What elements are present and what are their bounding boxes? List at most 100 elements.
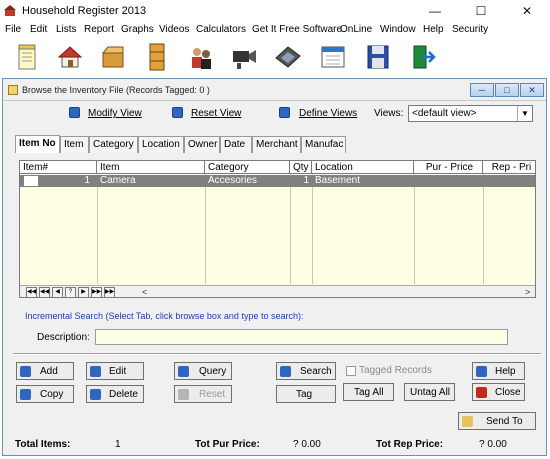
tag-all-label: Tag All [354, 387, 384, 398]
close-window-button[interactable]: ✕ [504, 0, 550, 22]
total-items-label: Total Items: [15, 439, 71, 450]
minimize-button[interactable]: — [412, 0, 458, 22]
menu-calculators[interactable]: Calculators [196, 24, 246, 35]
menu-get-it-free-software[interactable]: Get It Free Software [252, 24, 342, 35]
define-views-icon [279, 107, 290, 118]
menu-report[interactable]: Report [84, 24, 114, 35]
menu-graphs[interactable]: Graphs [121, 24, 154, 35]
close-button[interactable]: Close [472, 383, 525, 401]
add-label: Add [40, 366, 58, 377]
delete-button[interactable]: Delete [86, 385, 144, 403]
calculator-icon[interactable] [273, 42, 303, 72]
edit-button[interactable]: Edit [86, 362, 144, 380]
child-close-button[interactable]: ✕ [520, 83, 544, 97]
checkbox-box[interactable] [346, 366, 356, 376]
next-page-button[interactable]: ▶▶ [91, 287, 102, 297]
grid-divider [483, 174, 484, 284]
add-button[interactable]: Add [16, 362, 74, 380]
help-icon [476, 366, 487, 377]
exit-icon[interactable] [408, 42, 438, 72]
next-record-button[interactable]: ▶ [78, 287, 89, 297]
menu-window[interactable]: Window [380, 24, 416, 35]
total-pur-price-value: ? 0.00 [293, 439, 321, 450]
help-label: Help [495, 366, 516, 377]
maximize-button[interactable]: ☐ [458, 0, 504, 22]
notepad-icon[interactable] [12, 42, 42, 72]
tag-button[interactable]: Tag [276, 385, 336, 403]
box-icon[interactable] [98, 42, 128, 72]
menu-security[interactable]: Security [452, 24, 488, 35]
save-icon[interactable] [363, 42, 393, 72]
chevron-down-icon[interactable]: ▼ [517, 106, 532, 121]
send-to-label: Send To [486, 416, 523, 427]
tag-label: Tag [296, 389, 313, 400]
child-restore-button[interactable]: □ [495, 83, 519, 97]
view-controls: Modify View Reset View Define Views View… [3, 105, 546, 125]
col-category[interactable]: Category [205, 161, 290, 174]
child-title-bar: Browse the Inventory File (Records Tagge… [3, 79, 546, 101]
tab-item-no[interactable]: Item No [15, 135, 60, 153]
untag-all-button[interactable]: Untag All [404, 383, 455, 401]
menu-online[interactable]: OnLine [340, 24, 372, 35]
send-to-button[interactable]: Send To [458, 412, 536, 430]
col-qty[interactable]: Qty [290, 161, 312, 174]
last-record-button[interactable]: ▶▶ [104, 287, 115, 297]
tab-location[interactable]: Location [138, 136, 184, 153]
house-icon[interactable] [55, 42, 85, 72]
views-dropdown[interactable]: <default view> ▼ [408, 105, 533, 122]
col-item[interactable]: Item [97, 161, 205, 174]
cell-qty: 1 [303, 175, 309, 186]
scroll-right-icon[interactable]: > [525, 287, 530, 297]
search-button[interactable]: Search [276, 362, 336, 380]
reset-view-link[interactable]: Reset View [191, 108, 241, 119]
help-button[interactable]: Help [472, 362, 525, 380]
menu-edit[interactable]: Edit [30, 24, 47, 35]
tab-merchant[interactable]: Merchant [252, 136, 301, 153]
tagged-records-label: Tagged Records [359, 365, 432, 376]
description-input[interactable] [95, 329, 508, 345]
people-icon[interactable] [186, 42, 216, 72]
window-title: Household Register 2013 [22, 5, 147, 17]
table-row[interactable]: 1 Camera Accesories 1 Basement [20, 175, 535, 187]
camcorder-icon[interactable] [229, 42, 259, 72]
untag-all-label: Untag All [410, 387, 451, 398]
menu-lists[interactable]: Lists [56, 24, 77, 35]
prev-page-button[interactable]: ◀◀ [39, 287, 50, 297]
browse-inventory-window: Browse the Inventory File (Records Tagge… [2, 78, 547, 456]
total-pur-price-label: Tot Pur Price: [195, 439, 260, 450]
tab-manufac[interactable]: Manufac [301, 136, 346, 153]
menu-videos[interactable]: Videos [159, 24, 189, 35]
cell-pur-price [414, 175, 483, 187]
define-views-link[interactable]: Define Views [299, 108, 357, 119]
tab-owner[interactable]: Owner [184, 136, 220, 153]
calendar-icon[interactable] [318, 42, 348, 72]
inventory-grid[interactable]: Item# Item Category Qty Location Pur - P… [19, 160, 536, 298]
col-item-no[interactable]: Item# [20, 161, 97, 174]
folder-icon [8, 85, 18, 95]
reset-button[interactable]: Reset [174, 385, 232, 403]
row-selector[interactable] [24, 176, 38, 186]
col-location[interactable]: Location [312, 161, 414, 174]
menu-file[interactable]: File [5, 24, 21, 35]
modify-view-link[interactable]: Modify View [88, 108, 142, 119]
locate-button[interactable]: ? [65, 287, 76, 297]
scroll-left-icon[interactable]: < [142, 287, 147, 297]
query-button[interactable]: Query [174, 362, 232, 380]
tab-category[interactable]: Category [89, 136, 138, 153]
first-record-button[interactable]: ◀◀ [26, 287, 37, 297]
toolbar [0, 39, 550, 77]
menu-help[interactable]: Help [423, 24, 444, 35]
reset-view-icon [172, 107, 183, 118]
total-items-value: 1 [115, 439, 121, 450]
col-rep-price[interactable]: Rep - Pri [483, 161, 535, 174]
tag-all-button[interactable]: Tag All [343, 383, 394, 401]
col-pur-price[interactable]: Pur - Price [414, 161, 483, 174]
child-window-title: Browse the Inventory File (Records Tagge… [22, 85, 210, 95]
child-minimize-button[interactable]: ─ [470, 83, 494, 97]
tab-date[interactable]: Date [220, 136, 252, 153]
grid-divider [97, 174, 98, 284]
copy-button[interactable]: Copy [16, 385, 74, 403]
prev-record-button[interactable]: ◀ [52, 287, 63, 297]
cabinet-icon[interactable] [142, 42, 172, 72]
tab-item[interactable]: Item [60, 136, 89, 153]
